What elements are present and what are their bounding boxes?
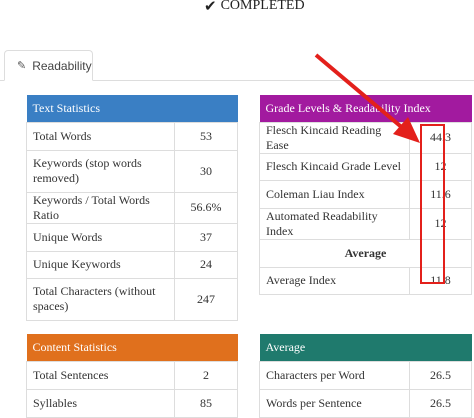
table-row: Total Sentences 2: [26, 360, 238, 390]
row-value: 247: [174, 277, 238, 321]
content-statistics-table: Content Statistics Total Sentences 2 Syl…: [26, 334, 238, 418]
check-icon: ✔: [204, 0, 217, 15]
row-value: 26.5: [409, 360, 472, 390]
row-value: 26.5: [409, 388, 472, 418]
tab-label: Readability: [32, 58, 92, 73]
row-value: 2: [174, 360, 238, 390]
row-label: Total Words: [26, 121, 175, 151]
average-table: Average Characters per Word 26.5 Words p…: [259, 334, 472, 418]
row-label: Keywords / Total Words Ratio: [26, 191, 175, 224]
status-label: COMPLETED: [220, 0, 305, 13]
row-label: Coleman Liau Index: [259, 179, 410, 209]
content-statistics-title: Content Statistics: [26, 334, 238, 361]
row-value: 30: [174, 149, 238, 193]
table-row: Unique Words 37: [26, 222, 238, 252]
pencil-icon: ✎: [17, 59, 27, 72]
row-label: Characters per Word: [259, 360, 410, 390]
row-label: Automated Readability Index: [259, 207, 410, 240]
row-value: 24: [174, 250, 238, 279]
grade-levels-title: Grade Levels & Readability Index: [259, 95, 472, 122]
table-row: Keywords / Total Words Ratio 56.6%: [26, 191, 238, 224]
row-label: Flesch Kincaid Grade Level: [259, 152, 410, 181]
row-label: Total Characters (without spaces): [26, 277, 175, 321]
row-label: Words per Sentence: [259, 388, 410, 418]
table-row: Characters per Word 26.5: [259, 360, 472, 390]
row-label: Unique Words: [26, 222, 175, 252]
text-statistics-table: Text Statistics Total Words 53 Keywords …: [26, 95, 238, 321]
row-value: 53: [174, 121, 238, 151]
row-label: Unique Keywords: [26, 250, 175, 279]
table-row: Words per Sentence 26.5: [259, 388, 472, 418]
completed-status: ✔ COMPLETED: [204, 0, 305, 16]
row-label: Total Sentences: [26, 360, 175, 390]
table-row: Syllables 85: [26, 388, 238, 418]
row-label: Average Index: [259, 266, 410, 295]
text-statistics-title: Text Statistics: [26, 95, 238, 122]
row-label: Syllables: [26, 388, 175, 418]
row-label: Flesch Kincaid Reading Ease: [259, 121, 410, 154]
tab-readability[interactable]: ✎ Readability: [4, 50, 93, 81]
average-title: Average: [259, 334, 472, 361]
table-row: Unique Keywords 24: [26, 250, 238, 279]
row-value: 56.6%: [174, 191, 238, 224]
table-row: Total Characters (without spaces) 247: [26, 277, 238, 321]
table-row: Keywords (stop words removed) 30: [26, 149, 238, 193]
highlight-box: [420, 124, 445, 284]
row-value: 37: [174, 222, 238, 252]
table-row: Total Words 53: [26, 121, 238, 151]
row-value: 85: [174, 388, 238, 418]
row-label: Keywords (stop words removed): [26, 149, 175, 193]
